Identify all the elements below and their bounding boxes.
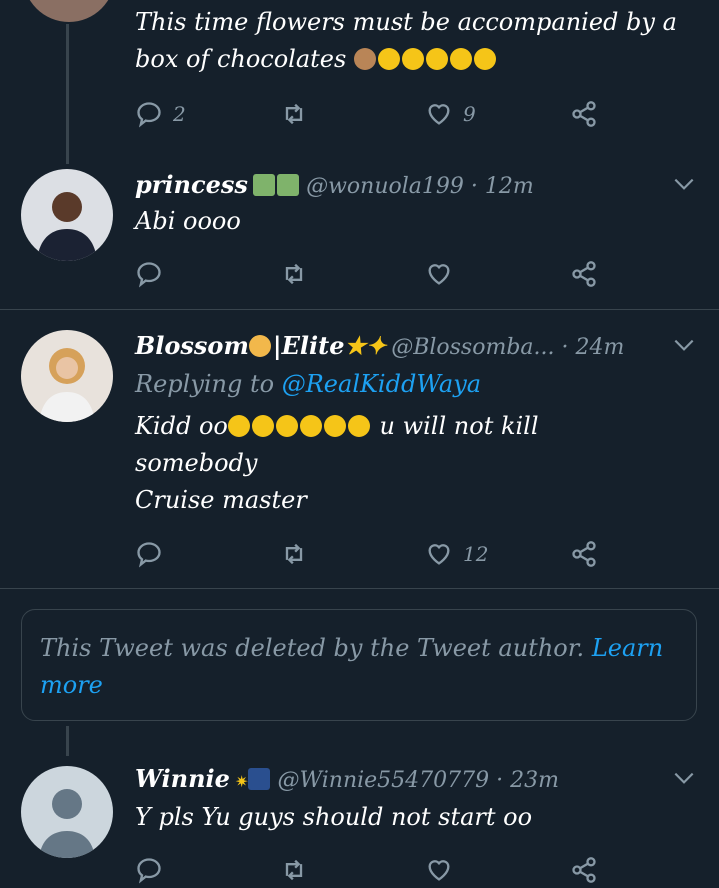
like-icon	[428, 264, 450, 285]
money-emoji-icon	[253, 174, 275, 196]
laughing-emoji-icon	[347, 415, 370, 437]
tweet-text: This time flowers must be accompanied by…	[135, 8, 677, 73]
tweet-actions: 2 9	[135, 96, 615, 132]
handle-time: @Winnie55470779 · 23m	[277, 768, 559, 793]
laughing-emoji-icon	[251, 415, 274, 437]
retweet-button[interactable]	[280, 256, 308, 292]
learn-more-link[interactable]: Learn	[592, 634, 663, 662]
thread-line	[66, 24, 69, 164]
laughing-emoji-icon	[323, 415, 346, 437]
like-count: 9	[463, 102, 476, 126]
retweet-icon	[285, 543, 303, 565]
retweet-button[interactable]	[280, 852, 308, 888]
tweet-header: Blossom |Elite★✦ @Blossomba... · 24m	[135, 329, 624, 366]
money-emoji-icon	[277, 174, 299, 196]
tweet-header: princess @wonuola199 · 12m	[135, 168, 534, 205]
laughing-emoji-icon	[377, 48, 400, 70]
like-icon	[428, 104, 450, 125]
tweet-text: Kidd oo u will not kill somebody Cruise …	[135, 412, 539, 514]
reply-icon	[137, 102, 161, 128]
reply-button[interactable]	[135, 256, 163, 292]
like-count: 12	[463, 542, 489, 566]
retweet-button[interactable]	[280, 96, 308, 132]
chevron-down-icon[interactable]	[671, 332, 697, 358]
retweet-icon	[285, 263, 303, 285]
learn-more-link[interactable]: more	[40, 671, 103, 699]
glowing-star-emoji-icon: ✷	[235, 772, 249, 791]
monkey-emoji-icon	[353, 48, 376, 70]
share-button[interactable]	[570, 256, 598, 292]
like-icon	[428, 860, 450, 881]
retweet-icon	[285, 859, 303, 881]
reply-button[interactable]	[135, 852, 163, 888]
laughing-emoji-icon	[275, 415, 298, 437]
avatar[interactable]	[21, 766, 113, 858]
smiling-hearts-emoji-icon	[248, 335, 271, 357]
replying-to: Replying to @RealKiddWaya	[135, 370, 482, 398]
share-icon	[572, 541, 596, 567]
deleted-tweet-text: This Tweet was deleted by the Tweet auth…	[40, 634, 664, 699]
like-button[interactable]: 9	[425, 96, 476, 132]
laughing-emoji-icon	[425, 48, 448, 70]
like-icon	[428, 544, 450, 565]
laughing-emoji-icon	[401, 48, 424, 70]
chevron-down-icon[interactable]	[671, 765, 697, 791]
laughing-emoji-icon	[473, 48, 496, 70]
share-icon	[572, 261, 596, 287]
avatar[interactable]	[21, 330, 113, 422]
dizzy-emoji-icon: ✦	[365, 331, 387, 360]
retweet-button[interactable]	[280, 536, 308, 572]
divider	[0, 588, 719, 589]
like-button[interactable]	[425, 852, 453, 888]
display-name[interactable]: Blossom |Elite★✦	[135, 331, 386, 360]
laughing-emoji-icon	[227, 415, 250, 437]
reply-button[interactable]: 2	[135, 96, 186, 132]
tweet-text: Abi oooo	[135, 207, 241, 235]
tweet-actions	[135, 256, 615, 292]
tweet-actions: 12	[135, 536, 615, 572]
retweet-icon	[285, 103, 303, 125]
share-button[interactable]	[570, 96, 598, 132]
share-icon	[572, 857, 596, 883]
divider	[0, 309, 719, 310]
handle-time: @wonuola199 · 12m	[306, 174, 534, 199]
avatar[interactable]	[23, 0, 115, 22]
share-icon	[572, 101, 596, 127]
like-button[interactable]: 12	[425, 536, 488, 572]
like-button[interactable]	[425, 256, 453, 292]
tweet-header: Winnie ✷ @Winnie55470779 · 23m	[135, 762, 559, 799]
laughing-emoji-icon	[299, 415, 322, 437]
avatar[interactable]	[21, 169, 113, 261]
share-button[interactable]	[570, 852, 598, 888]
display-name[interactable]: princess	[135, 170, 248, 199]
star-emoji-icon: ★	[344, 331, 366, 360]
chevron-down-icon[interactable]	[671, 171, 697, 197]
reply-count: 2	[173, 102, 186, 126]
laughing-emoji-icon	[449, 48, 472, 70]
deleted-tweet-notice: This Tweet was deleted by the Tweet auth…	[21, 609, 697, 721]
reply-button[interactable]	[135, 536, 163, 572]
share-button[interactable]	[570, 536, 598, 572]
reply-icon	[137, 542, 161, 568]
tweet-text: Y pls Yu guys should not start oo	[135, 803, 533, 831]
reply-mention-link[interactable]: @RealKiddWaya	[282, 370, 481, 398]
display-name[interactable]: Winnie	[135, 764, 230, 793]
handle-time: @Blossomba... · 24m	[391, 335, 625, 360]
thread-line	[66, 726, 69, 756]
tweet-actions	[135, 852, 615, 888]
shooting-star-emoji-icon	[248, 768, 271, 790]
reply-icon	[137, 858, 161, 884]
reply-icon	[137, 262, 161, 288]
